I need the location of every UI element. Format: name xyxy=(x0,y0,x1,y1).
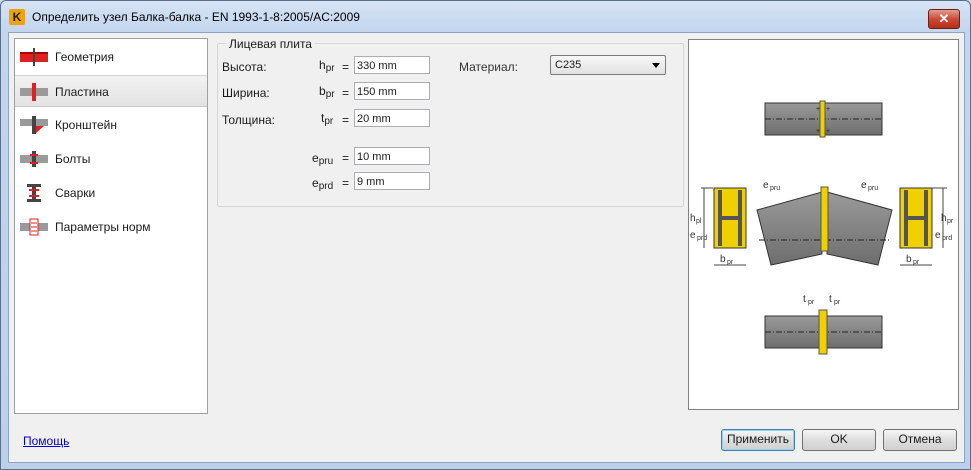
label-hpr: h xyxy=(941,213,947,224)
close-button[interactable]: ✕ xyxy=(928,9,960,29)
label-bpr-right-sub: pr xyxy=(913,259,920,266)
label-tpr-left-sub: pr xyxy=(808,299,815,306)
width-input[interactable]: 150 mm xyxy=(354,82,430,100)
label-eprd-left-sub: prd xyxy=(697,235,707,242)
width-label: Ширина: xyxy=(222,86,270,100)
nav-label-welds: Сварки xyxy=(55,186,96,200)
section-list: Геометрия Пластина Кронштейн Болты Сварк… xyxy=(14,38,208,414)
nav-label-geometry: Геометрия xyxy=(55,50,114,64)
group-title: Лицевая плита xyxy=(226,37,315,51)
elevation-view: e pru e pru h pl e prd h pr e prd b pr b… xyxy=(690,180,954,266)
help-link[interactable]: Помощь xyxy=(23,434,69,448)
ok-button[interactable]: OK xyxy=(802,429,876,451)
apply-button[interactable]: Применить xyxy=(721,429,795,451)
thickness-input[interactable]: 20 mm xyxy=(354,109,430,127)
material-label: Материал: xyxy=(459,60,518,74)
dialog-window: K Определить узел Балка-балка - EN 1993-… xyxy=(0,0,971,470)
nav-label-plate: Пластина xyxy=(55,85,109,99)
label-hpr-sub: pr xyxy=(947,218,954,225)
plate-icon xyxy=(20,83,48,101)
nav-label-bracket: Кронштейн xyxy=(55,118,117,132)
svg-text:+: + xyxy=(826,128,830,135)
bolts-icon xyxy=(20,151,48,167)
epru-eq: = xyxy=(342,151,350,165)
height-label: Высота: xyxy=(222,60,267,74)
label-tpr-right-sub: pr xyxy=(834,299,841,306)
label-tpr-right: t xyxy=(829,294,832,305)
label-tpr-left: t xyxy=(803,294,806,305)
svg-text:+: + xyxy=(816,128,820,135)
height-input[interactable]: 330 mm xyxy=(354,56,430,74)
label-eprd-right: e xyxy=(935,230,941,241)
nav-item-bolts[interactable]: Болты xyxy=(15,143,207,175)
label-hpl-sub: pl xyxy=(696,218,702,225)
height-symbol: hpr xyxy=(319,58,335,74)
nav-label-bolts: Болты xyxy=(55,152,91,166)
app-logo-icon: K xyxy=(9,9,25,25)
label-bpr-left-sub: pr xyxy=(727,259,734,266)
eprd-eq: = xyxy=(342,176,350,190)
eprd-symbol: eprd xyxy=(312,176,334,192)
thickness-eq: = xyxy=(342,113,350,127)
width-symbol: bpr xyxy=(319,84,335,100)
label-epru-left-sub: pru xyxy=(770,185,780,192)
nav-item-geometry[interactable]: Геометрия xyxy=(15,41,207,73)
bottom-view: t pr t pr xyxy=(764,294,883,355)
title-bar: K Определить узел Балка-балка - EN 1993-… xyxy=(1,1,970,33)
nav-item-plate[interactable]: Пластина xyxy=(15,75,207,107)
cancel-button[interactable]: Отмена xyxy=(883,429,957,451)
label-epru-left: e xyxy=(763,180,769,191)
thickness-label: Толщина: xyxy=(222,113,276,127)
nav-item-welds[interactable]: Сварки xyxy=(15,177,207,209)
label-epru-right-sub: pru xyxy=(868,185,878,192)
chevron-down-icon xyxy=(652,63,660,68)
material-value: C235 xyxy=(555,59,582,71)
epru-input[interactable]: 10 mm xyxy=(354,147,430,165)
geometry-icon xyxy=(20,48,48,66)
nav-item-bracket[interactable]: Кронштейн xyxy=(15,109,207,141)
thickness-symbol: tpr xyxy=(321,111,334,127)
svg-text:+: + xyxy=(816,106,820,113)
label-epru-right: e xyxy=(861,180,867,191)
preview-diagram: + + + + e pru e pru h pl e prd h pr e pr… xyxy=(690,100,954,355)
connection-preview: + + + + e pru e pru h pl e prd h pr e pr… xyxy=(688,39,959,410)
eprd-input[interactable]: 9 mm xyxy=(354,172,430,190)
code-params-icon xyxy=(20,218,48,236)
label-bpr-left: b xyxy=(720,254,726,265)
nav-label-code-params: Параметры норм xyxy=(55,220,151,234)
label-eprd-right-sub: prd xyxy=(942,235,952,242)
dialog-body: Геометрия Пластина Кронштейн Болты Сварк… xyxy=(8,32,965,463)
bracket-icon xyxy=(20,116,48,134)
label-eprd-left: e xyxy=(690,230,696,241)
label-hpl: h xyxy=(690,213,696,224)
welds-icon xyxy=(27,184,41,202)
material-select[interactable]: C235 xyxy=(550,55,666,75)
width-eq: = xyxy=(342,86,350,100)
label-bpr-right: b xyxy=(906,254,912,265)
nav-item-code-params[interactable]: Параметры норм xyxy=(15,211,207,243)
height-eq: = xyxy=(342,60,350,74)
epru-symbol: epru xyxy=(312,151,334,167)
svg-text:+: + xyxy=(826,106,830,113)
window-title: Определить узел Балка-балка - EN 1993-1-… xyxy=(32,10,360,24)
top-view: + + + + xyxy=(764,100,883,138)
